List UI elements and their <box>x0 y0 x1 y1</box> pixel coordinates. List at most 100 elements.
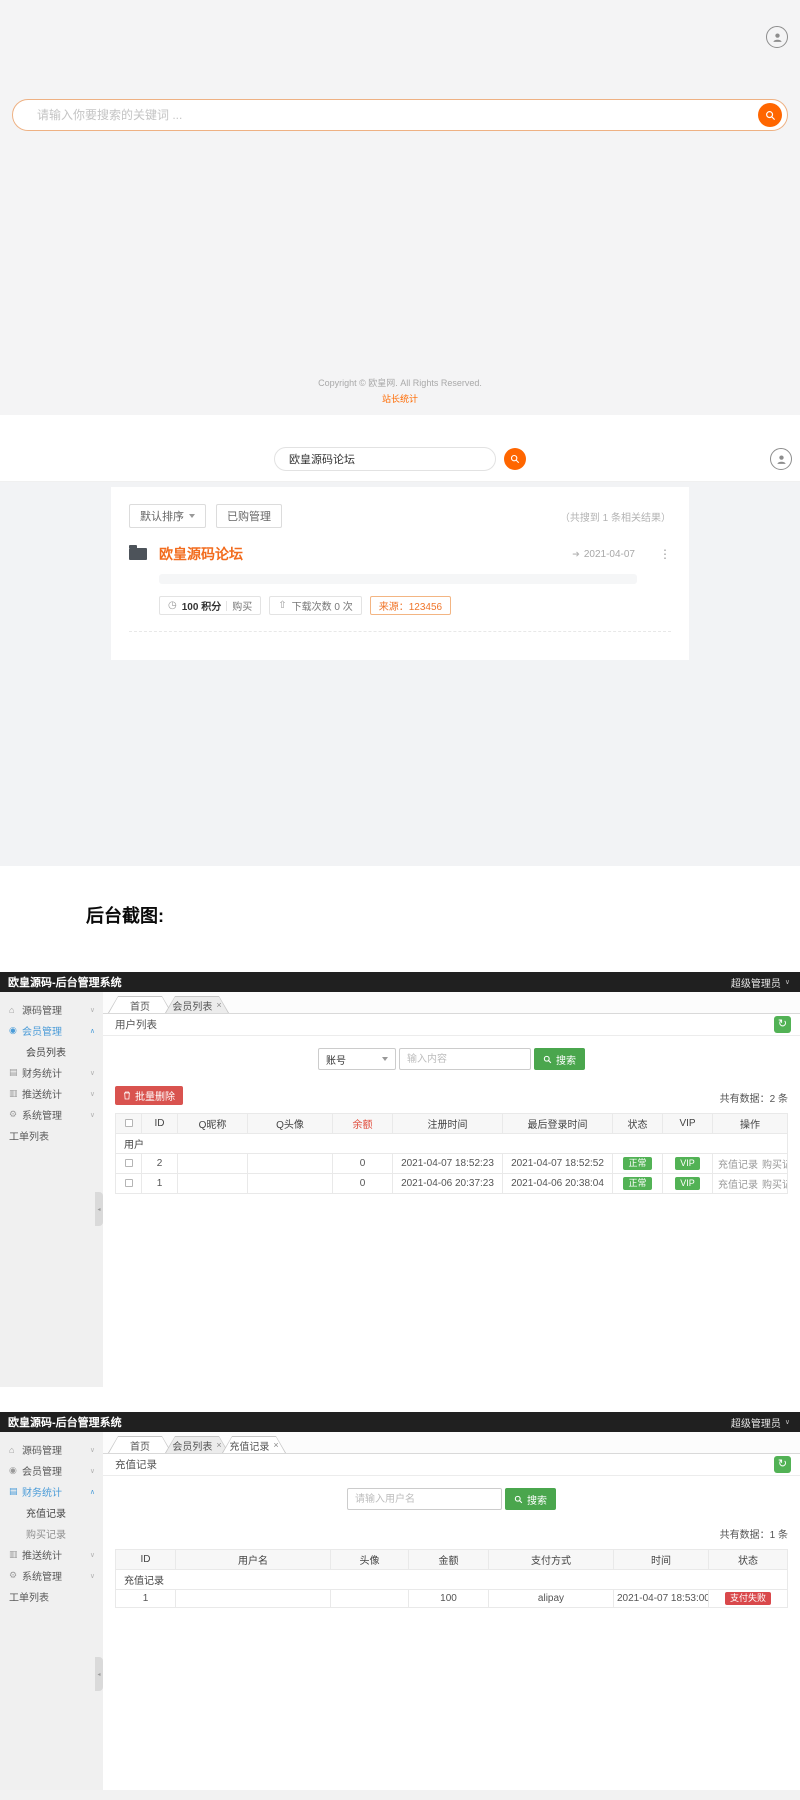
cell-id: 2 <box>142 1154 178 1174</box>
chevron-down-icon: ∨ <box>90 1111 95 1119</box>
search-row: 账号 搜索 <box>115 1048 788 1070</box>
cell-id: 1 <box>116 1590 176 1608</box>
close-icon[interactable]: × <box>216 1000 221 1010</box>
grid-icon: ▥ <box>9 1088 22 1099</box>
sidebar-label: 源码管理 <box>22 1442 62 1457</box>
row-checkbox[interactable] <box>125 1159 133 1167</box>
search-button[interactable]: 搜索 <box>505 1488 556 1510</box>
sidebar-collapse-handle[interactable]: ◂ <box>95 1657 103 1691</box>
cell-amount: 100 <box>409 1590 489 1608</box>
cell-last-login: 2021-04-07 18:52:52 <box>503 1154 613 1174</box>
search-button-label: 搜索 <box>527 1492 547 1507</box>
stats-icon: ▤ <box>9 1486 22 1497</box>
sidebar-item-source[interactable]: ⌂源码管理∨ <box>0 999 103 1020</box>
source-code-label: 来源：123456 <box>379 598 442 613</box>
col-qnick: Q昵称 <box>178 1114 248 1134</box>
result-item[interactable]: 欧皇源码论坛 ➔ 2021-04-07 ⋮ <box>129 544 671 564</box>
chevron-down-icon: ∨ <box>90 1551 95 1559</box>
admin-user-menu[interactable]: 超级管理员 ∨ <box>731 975 790 990</box>
status-badge: 正常 <box>623 1157 651 1170</box>
tab-home[interactable]: 首页 <box>108 996 172 1013</box>
admin-app-title: 欧皇源码-后台管理系统 <box>8 1414 122 1430</box>
sidebar-label: 系统管理 <box>22 1107 62 1122</box>
op-purchase-link[interactable]: 购买记录 <box>762 1160 788 1171</box>
sidebar-item-push[interactable]: ▥推送统计∨ <box>0 1544 103 1565</box>
op-recharge-link[interactable]: 充值记录 <box>718 1160 758 1171</box>
download-icon: ⇧ <box>278 600 286 611</box>
select-all-checkbox[interactable] <box>125 1119 133 1127</box>
site-stats-link[interactable]: 站长统计 <box>382 392 418 405</box>
username-input[interactable] <box>347 1488 502 1510</box>
chevron-down-icon: ∨ <box>90 1572 95 1580</box>
sidebar-item-system[interactable]: ⚙系统管理∨ <box>0 1565 103 1586</box>
sidebar-item-member[interactable]: ◉会员管理∧ <box>0 1020 103 1041</box>
row-checkbox[interactable] <box>125 1179 133 1187</box>
sidebar-item-recharge-records[interactable]: 充值记录 <box>0 1502 103 1523</box>
sidebar-item-member[interactable]: ◉会员管理∨ <box>0 1460 103 1481</box>
cell-qnick <box>178 1174 248 1194</box>
tab-label: 首页 <box>130 998 150 1013</box>
cell-register-time: 2021-04-07 18:52:23 <box>393 1154 503 1174</box>
user-avatar-icon[interactable] <box>766 26 788 48</box>
tab-label: 会员列表 <box>172 998 212 1013</box>
tab-recharge-records[interactable]: 充值记录× <box>222 1436 286 1453</box>
select-all-cell <box>116 1114 142 1134</box>
col-status: 状态 <box>613 1114 663 1134</box>
admin-user-menu[interactable]: 超级管理员 ∨ <box>731 1415 790 1430</box>
more-options-icon[interactable]: ⋮ <box>659 547 671 561</box>
search-button-label: 搜索 <box>556 1052 576 1067</box>
close-icon[interactable]: × <box>216 1440 221 1450</box>
batch-delete-button[interactable]: 批量删除 <box>115 1086 183 1105</box>
close-icon[interactable]: × <box>273 1440 278 1450</box>
refresh-button[interactable]: ↻ <box>774 1016 791 1033</box>
keyword-input[interactable] <box>399 1048 531 1070</box>
tab-member-list[interactable]: 会员列表× <box>165 1436 229 1453</box>
caret-down-icon <box>189 514 195 518</box>
tab-home[interactable]: 首页 <box>108 1436 172 1453</box>
sidebar-item-purchase-records[interactable]: 购买记录 <box>0 1523 103 1544</box>
refresh-button[interactable]: ↻ <box>774 1456 791 1473</box>
results-search-input[interactable] <box>274 447 496 471</box>
sidebar-item-finance[interactable]: ▤财务统计∧ <box>0 1481 103 1502</box>
op-recharge-link[interactable]: 充值记录 <box>718 1180 758 1191</box>
sidebar-item-ticket[interactable]: 工单列表 <box>0 1586 103 1607</box>
result-item-title[interactable]: 欧皇源码论坛 <box>159 544 243 564</box>
sort-button[interactable]: 默认排序 <box>129 504 206 528</box>
landing-search-input[interactable] <box>37 108 758 122</box>
chevron-down-icon: ∨ <box>785 978 790 986</box>
col-vip: VIP <box>663 1114 713 1134</box>
admin-header: 欧皇源码-后台管理系统 超级管理员 ∨ <box>0 1412 800 1432</box>
search-button[interactable]: 搜索 <box>534 1048 585 1070</box>
points-value: 100 积分 <box>182 598 221 613</box>
sidebar-item-member-list[interactable]: 会员列表 <box>0 1041 103 1062</box>
sidebar-item-source[interactable]: ⌂源码管理∨ <box>0 1439 103 1460</box>
sidebar-item-system[interactable]: ⚙系统管理∨ <box>0 1104 103 1125</box>
sidebar-collapse-handle[interactable]: ◂ <box>95 1192 103 1226</box>
admin-panel-recharge: 欧皇源码-后台管理系统 超级管理员 ∨ ⌂源码管理∨ ◉会员管理∨ ▤财务统计∧… <box>0 1412 800 1790</box>
sidebar-sub-label: 会员列表 <box>26 1044 66 1059</box>
sidebar-item-finance[interactable]: ▤财务统计∨ <box>0 1062 103 1083</box>
result-desc-placeholder <box>159 574 637 584</box>
chip-divider <box>226 601 227 611</box>
buy-label[interactable]: 购买 <box>232 598 252 613</box>
user-avatar-icon[interactable] <box>770 448 792 470</box>
vip-badge: VIP <box>675 1177 700 1190</box>
search-icon <box>765 110 776 121</box>
admin-user-label: 超级管理员 <box>731 975 781 990</box>
cell-avatar <box>331 1590 409 1608</box>
col-balance: 余额 <box>333 1114 393 1134</box>
sidebar-label: 会员管理 <box>22 1023 62 1038</box>
purchased-manage-button[interactable]: 已购管理 <box>216 504 282 528</box>
tab-member-list[interactable]: 会员列表 × <box>165 996 229 1013</box>
op-purchase-link[interactable]: 购买记录 <box>762 1180 788 1191</box>
filter-select[interactable]: 账号 <box>318 1048 396 1070</box>
cell-last-login: 2021-04-06 20:38:04 <box>503 1174 613 1194</box>
landing-search-button[interactable] <box>758 103 782 127</box>
result-card: 默认排序 已购管理 （共搜到 1 条相关结果） 欧皇源码论坛 ➔ 2021-04… <box>111 487 689 660</box>
sidebar-item-ticket[interactable]: 工单列表 <box>0 1125 103 1146</box>
cell-balance: 0 <box>333 1174 393 1194</box>
results-search-button[interactable] <box>504 448 526 470</box>
sidebar-item-push[interactable]: ▥推送统计∨ <box>0 1083 103 1104</box>
table-row: 1 100 alipay 2021-04-07 18:53:00 支付失败 <box>116 1590 788 1608</box>
points-chip[interactable]: ◷ 100 积分 购买 <box>159 596 261 615</box>
